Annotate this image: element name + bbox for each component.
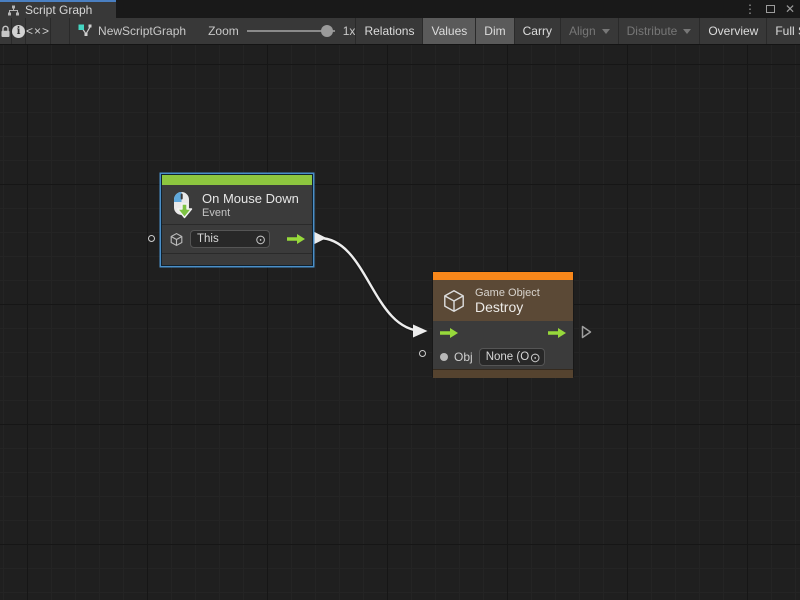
align-dropdown[interactable]: Align bbox=[560, 18, 618, 44]
wire-end-arrow bbox=[413, 325, 428, 338]
overview-button[interactable]: Overview bbox=[699, 18, 766, 44]
game-object-icon bbox=[441, 288, 467, 314]
lock-icon bbox=[0, 25, 11, 38]
target-value: This bbox=[197, 233, 219, 245]
event-accent-bar bbox=[162, 175, 312, 185]
game-object-icon bbox=[169, 232, 184, 247]
node-title: On Mouse Down bbox=[202, 191, 299, 206]
script-graph-window: Script Graph ⋮ ✕ <×> NewScriptG bbox=[0, 0, 800, 600]
node-category: Game Object bbox=[475, 287, 540, 299]
obj-value: None (O bbox=[486, 351, 529, 363]
relations-button[interactable]: Relations bbox=[355, 18, 422, 44]
trigger-port-row bbox=[433, 321, 573, 345]
tab-script-graph[interactable]: Script Graph bbox=[0, 0, 116, 18]
node-header: Game Object Destroy bbox=[433, 280, 573, 321]
graph-canvas[interactable]: On Mouse Down Event This ⊙ bbox=[0, 45, 800, 600]
node-footer bbox=[433, 369, 573, 378]
close-icon[interactable]: ✕ bbox=[785, 3, 795, 15]
target-field[interactable]: This ⊙ bbox=[190, 230, 270, 248]
obj-input-port[interactable] bbox=[419, 350, 426, 357]
node-on-mouse-down[interactable]: On Mouse Down Event This ⊙ bbox=[161, 174, 313, 266]
graph-asset-reference[interactable]: NewScriptGraph bbox=[69, 18, 194, 44]
target-port-row: This ⊙ bbox=[162, 225, 312, 253]
zoom-slider-handle[interactable] bbox=[321, 25, 333, 37]
carry-button[interactable]: Carry bbox=[514, 18, 560, 44]
info-button[interactable] bbox=[12, 18, 26, 44]
wire-start-arrow bbox=[314, 232, 327, 245]
fullscreen-button[interactable]: Full Screen bbox=[766, 18, 800, 44]
chevron-down-icon bbox=[602, 29, 610, 34]
mouse-down-icon bbox=[170, 191, 194, 219]
tab-title: Script Graph bbox=[25, 3, 92, 17]
info-icon bbox=[12, 25, 25, 38]
destroy-accent-bar bbox=[433, 272, 573, 280]
node-subtitle: Event bbox=[202, 207, 299, 219]
maximize-icon[interactable] bbox=[766, 5, 775, 13]
zoom-value: 1x bbox=[343, 24, 356, 38]
obj-port-dot[interactable] bbox=[440, 353, 448, 361]
chevron-down-icon bbox=[683, 29, 691, 34]
node-header: On Mouse Down Event bbox=[162, 185, 312, 224]
trigger-output-arrow-icon[interactable] bbox=[287, 234, 305, 244]
trigger-input-arrow-icon[interactable] bbox=[440, 328, 458, 338]
distribute-dropdown[interactable]: Distribute bbox=[618, 18, 700, 44]
window-menu-icon[interactable]: ⋮ bbox=[744, 3, 756, 15]
lock-button[interactable] bbox=[0, 18, 12, 44]
graph-name: NewScriptGraph bbox=[98, 24, 186, 38]
obj-field[interactable]: None (O ⊙ bbox=[479, 348, 545, 366]
zoom-control: Zoom 1x bbox=[208, 18, 355, 44]
node-footer bbox=[162, 253, 312, 265]
node-titles: Game Object Destroy bbox=[475, 287, 540, 315]
toolbar-toggles: Relations Values Dim Carry Align Distrib… bbox=[355, 18, 800, 44]
node-destroy[interactable]: Game Object Destroy Obj None (O ⊙ bbox=[432, 271, 574, 377]
toolbar: <×> NewScriptGraph Zoom 1x Relations Val… bbox=[0, 18, 800, 45]
graph-asset-icon bbox=[78, 24, 92, 38]
hierarchy-icon bbox=[7, 5, 20, 16]
titlebar: Script Graph ⋮ ✕ bbox=[0, 0, 800, 18]
obj-label: Obj bbox=[454, 350, 473, 364]
zoom-label: Zoom bbox=[208, 24, 239, 38]
node-titles: On Mouse Down Event bbox=[202, 191, 299, 219]
unconnected-output-icon[interactable] bbox=[581, 325, 592, 339]
window-controls: ⋮ ✕ bbox=[744, 0, 795, 18]
values-button[interactable]: Values bbox=[422, 18, 475, 44]
object-picker-icon[interactable]: ⊙ bbox=[530, 351, 541, 364]
connection-wire bbox=[0, 45, 800, 600]
dim-button[interactable]: Dim bbox=[475, 18, 513, 44]
obj-port-row: Obj None (O ⊙ bbox=[433, 345, 573, 369]
trigger-output-arrow-icon[interactable] bbox=[548, 328, 566, 338]
zoom-slider[interactable] bbox=[247, 24, 335, 38]
edit-source-button[interactable]: <×> bbox=[26, 18, 51, 44]
node-title: Destroy bbox=[475, 299, 540, 315]
target-input-port[interactable] bbox=[148, 235, 155, 242]
object-picker-icon[interactable]: ⊙ bbox=[255, 233, 266, 246]
